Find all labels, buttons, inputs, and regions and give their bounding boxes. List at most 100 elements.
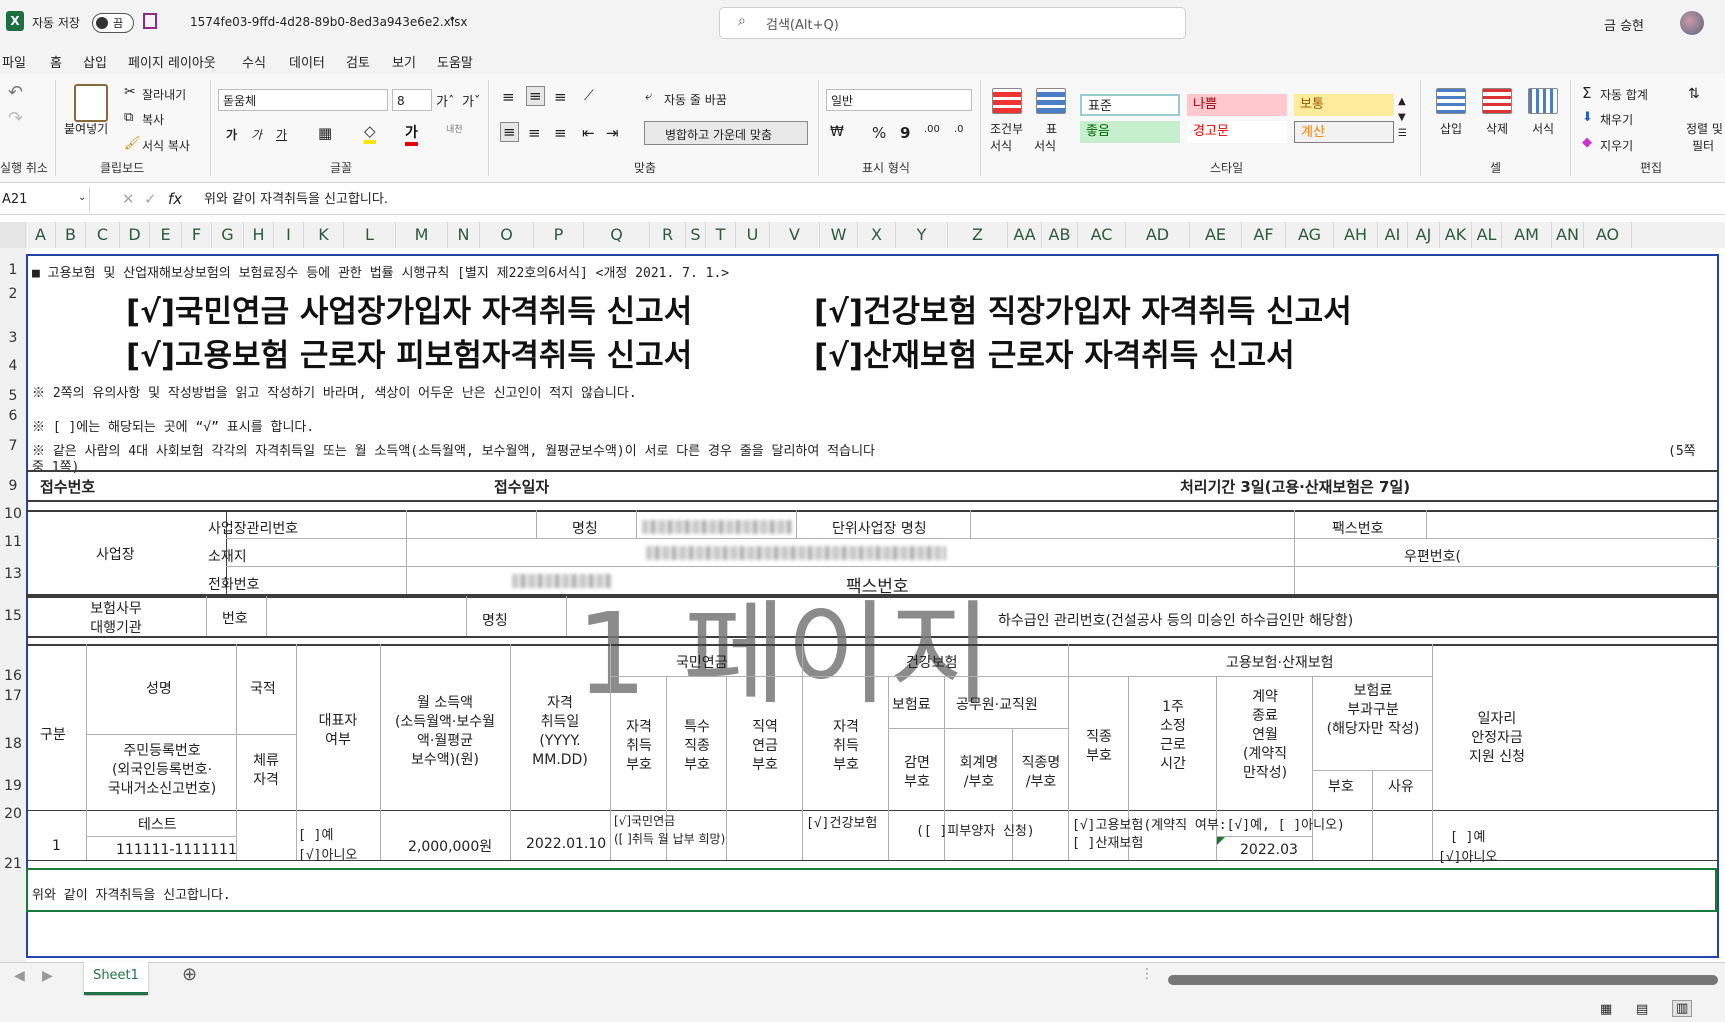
wrap-text-button[interactable]: 자동 줄 바꿈 xyxy=(664,91,727,108)
column-header-Q[interactable]: Q xyxy=(584,222,650,248)
align-left-icon[interactable]: ≡ xyxy=(500,122,519,142)
column-header-AC[interactable]: AC xyxy=(1078,222,1126,248)
style-good[interactable]: 좋음 xyxy=(1080,121,1180,143)
row-header-9[interactable]: 9 xyxy=(0,478,26,494)
user-name[interactable]: 금 승현 xyxy=(1604,15,1644,34)
clear-icon[interactable]: ◆ xyxy=(1582,135,1592,150)
paste-button[interactable]: 붙여넣기 xyxy=(64,120,108,137)
column-header-P[interactable]: P xyxy=(534,222,584,248)
insert-cells-icon[interactable] xyxy=(1436,88,1466,114)
row-header-17[interactable]: 17 xyxy=(0,688,26,704)
column-header-V[interactable]: V xyxy=(770,222,820,248)
column-header-AD[interactable]: AD xyxy=(1126,222,1190,248)
row-header-7[interactable]: 7 xyxy=(0,438,26,454)
undo-icon[interactable]: ↶ xyxy=(8,82,23,103)
redo-icon[interactable]: ↷ xyxy=(8,108,23,129)
enter-icon[interactable]: ✓ xyxy=(144,190,157,208)
style-normal[interactable]: 표준 xyxy=(1080,94,1180,116)
column-header-N[interactable]: N xyxy=(448,222,480,248)
row-header-15[interactable]: 15 xyxy=(0,608,26,624)
save-icon[interactable] xyxy=(143,13,157,29)
font-size-select[interactable]: 8 xyxy=(392,89,432,111)
row-header-16[interactable]: 16 xyxy=(0,668,26,684)
align-middle-icon[interactable]: ≡ xyxy=(526,86,545,106)
number-format-select[interactable]: 일반 xyxy=(826,89,972,111)
format-cells-button[interactable]: 서식 xyxy=(1532,120,1554,137)
column-header-AM[interactable]: AM xyxy=(1502,222,1552,248)
row-header-19[interactable]: 19 xyxy=(0,778,26,794)
style-neutral[interactable]: 보통 xyxy=(1294,94,1394,116)
sheet-tab-sheet1[interactable]: Sheet1 xyxy=(84,962,148,995)
increase-indent-icon[interactable]: ⇥ xyxy=(606,124,619,142)
row-header-4[interactable]: 4 xyxy=(0,358,26,374)
row-header-13[interactable]: 13 xyxy=(0,566,26,582)
italic-button[interactable]: 가 xyxy=(251,126,262,143)
row-header-5[interactable]: 5 xyxy=(0,388,26,404)
align-center-icon[interactable]: ≡ xyxy=(528,124,541,142)
grow-font-icon[interactable]: 가ˆ xyxy=(436,91,454,110)
orientation-icon[interactable]: ⟋ xyxy=(584,88,594,104)
autosum-button[interactable]: 자동 합계 xyxy=(1600,86,1648,103)
row-header-1[interactable]: 1 xyxy=(0,262,26,278)
menu-help[interactable]: 도움말 xyxy=(437,52,473,71)
column-header-M[interactable]: M xyxy=(396,222,448,248)
copy-icon[interactable]: ⧉ xyxy=(124,110,133,125)
menu-insert[interactable]: 삽입 xyxy=(83,52,107,71)
column-header-AE[interactable]: AE xyxy=(1190,222,1242,248)
prev-sheet-icon[interactable]: ◀ xyxy=(14,968,25,984)
scroll-handle-icon[interactable]: ⋮ xyxy=(1140,966,1154,982)
column-header-AK[interactable]: AK xyxy=(1440,222,1472,248)
delete-cells-icon[interactable] xyxy=(1482,88,1512,114)
column-header-Y[interactable]: Y xyxy=(896,222,948,248)
shrink-font-icon[interactable]: 가ˇ xyxy=(462,91,480,110)
copy-button[interactable]: 복사 xyxy=(142,111,164,128)
conditional-format-icon[interactable] xyxy=(992,88,1022,114)
row-header-18[interactable]: 18 xyxy=(0,736,26,752)
column-header-O[interactable]: O xyxy=(480,222,534,248)
chevron-down-icon[interactable]: ▾ xyxy=(450,15,455,25)
cancel-icon[interactable]: ✕ xyxy=(122,190,135,208)
column-header-AN[interactable]: AN xyxy=(1552,222,1584,248)
conditional-format-button[interactable]: 조건부 xyxy=(990,120,1023,137)
wrap-text-icon[interactable]: ⤶ xyxy=(645,89,652,104)
sort-filter-icon[interactable]: ⇅ xyxy=(1688,86,1700,102)
column-header-C[interactable]: C xyxy=(86,222,120,248)
page-break-view-icon[interactable]: ▥ xyxy=(1672,1000,1693,1017)
styles-more-icon[interactable]: ☰ xyxy=(1398,128,1407,139)
column-header-D[interactable]: D xyxy=(120,222,150,248)
column-header-AJ[interactable]: AJ xyxy=(1408,222,1440,248)
column-header-AG[interactable]: AG xyxy=(1286,222,1334,248)
column-header-B[interactable]: B xyxy=(56,222,86,248)
search-box[interactable]: ⌕ 검색(Alt+Q) xyxy=(719,7,1186,39)
formula-input[interactable]: 위와 같이 자격취득을 신고합니다. xyxy=(192,188,1725,212)
autosave-toggle[interactable]: 끔 xyxy=(92,13,134,33)
select-all-corner[interactable] xyxy=(0,222,26,248)
row-header-3[interactable]: 3 xyxy=(0,330,26,346)
decrease-indent-icon[interactable]: ⇤ xyxy=(582,124,595,142)
style-calc[interactable]: 계산 xyxy=(1294,121,1394,143)
style-bad[interactable]: 나쁨 xyxy=(1187,94,1287,116)
underline-button[interactable]: 가 xyxy=(276,126,287,143)
menu-view[interactable]: 보기 xyxy=(392,52,416,71)
horizontal-scrollbar[interactable] xyxy=(1168,975,1718,985)
column-header-AB[interactable]: AB xyxy=(1042,222,1078,248)
column-header-K[interactable]: K xyxy=(304,222,344,248)
column-header-AH[interactable]: AH xyxy=(1334,222,1378,248)
column-header-S[interactable]: S xyxy=(686,222,706,248)
menu-review[interactable]: 검토 xyxy=(346,52,370,71)
scissors-icon[interactable]: ✂ xyxy=(124,84,136,100)
column-header-L[interactable]: L xyxy=(344,222,396,248)
fill-button[interactable]: 채우기 xyxy=(1600,111,1633,128)
row-header-21[interactable]: 21 xyxy=(0,856,26,872)
styles-scroll-up-icon[interactable]: ▲ xyxy=(1398,96,1406,107)
column-header-AI[interactable]: AI xyxy=(1378,222,1408,248)
align-right-icon[interactable]: ≡ xyxy=(554,124,567,142)
name-box[interactable]: A21 xyxy=(0,188,90,212)
format-as-table-icon[interactable] xyxy=(1036,88,1066,114)
column-header-AL[interactable]: AL xyxy=(1472,222,1502,248)
sort-filter-button[interactable]: 정렬 및 xyxy=(1686,120,1723,137)
add-sheet-icon[interactable]: ⊕ xyxy=(182,964,197,985)
comma-icon[interactable]: 9 xyxy=(900,124,910,142)
menu-page-layout[interactable]: 페이지 레이아웃 xyxy=(128,52,216,71)
menu-formulas[interactable]: 수식 xyxy=(242,52,266,71)
